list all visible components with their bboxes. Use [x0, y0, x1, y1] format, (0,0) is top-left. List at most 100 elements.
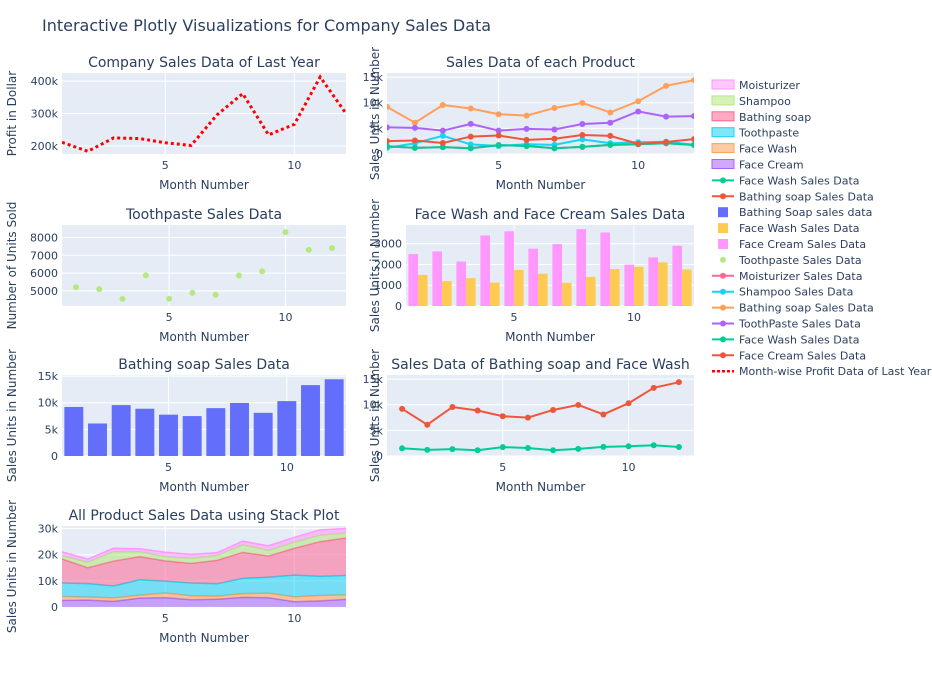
data-point: [675, 443, 682, 450]
x-tick-label: 5: [162, 159, 169, 172]
data-point: [600, 411, 607, 418]
bar: [135, 408, 155, 456]
legend-item[interactable]: Toothpaste Sales Data: [720, 254, 862, 267]
bar: [576, 229, 586, 306]
bar: [408, 254, 418, 306]
data-point: [411, 137, 418, 144]
legend-swatch: [718, 239, 728, 249]
bar: [480, 235, 490, 306]
data-point: [551, 104, 558, 111]
data-point: [635, 108, 642, 115]
legend-item[interactable]: Toothpaste: [711, 127, 799, 140]
legend-item[interactable]: ToothPaste Sales Data: [712, 318, 861, 331]
legend-item[interactable]: Bathing Soap sales data: [718, 206, 872, 219]
legend-item[interactable]: Face Wash Sales Data: [712, 174, 860, 187]
data-point: [551, 126, 558, 133]
bar: [159, 414, 178, 456]
data-point: [387, 103, 390, 110]
chart-products: 05k10k15k5 10Sales Data of each ProductMo…: [363, 47, 694, 192]
data-point: [635, 140, 642, 147]
data-point: [495, 132, 502, 139]
y-axis-label: Sales Units in Number: [368, 199, 382, 332]
y-tick-label: 30k: [38, 523, 59, 536]
data-point: [691, 77, 694, 84]
legend-item[interactable]: Month-wise Profit Data of Last Year: [712, 365, 932, 378]
chart-title: Bathing soap Sales Data: [118, 357, 290, 373]
data-point: [635, 98, 642, 105]
data-point: [550, 447, 557, 454]
data-point: [663, 82, 670, 89]
data-point: [650, 384, 657, 391]
bar: [111, 405, 131, 456]
bar: [610, 269, 620, 306]
legend-item[interactable]: Face Cream Sales Data: [718, 238, 866, 251]
legend-swatch: [711, 79, 735, 90]
legend-item[interactable]: Face Cream: [711, 159, 804, 172]
legend-item[interactable]: Moisturizer Sales Data: [712, 270, 862, 283]
legend-swatch-marker: [720, 272, 726, 279]
data-point: [387, 143, 390, 150]
legend-label: Bathing soap Sales Data: [739, 302, 874, 315]
data-point: [675, 379, 682, 386]
data-point: [579, 120, 586, 127]
data-point: [551, 135, 558, 142]
data-point: [625, 443, 632, 450]
data-point: [467, 145, 474, 152]
data-point: [607, 119, 614, 126]
legend-label: Moisturizer Sales Data: [739, 270, 862, 283]
legend-label: Face Wash: [739, 143, 797, 156]
y-tick-label: 6000: [30, 267, 58, 280]
y-axis-label: Sales Units in Number: [368, 47, 382, 180]
data-point: [387, 124, 390, 131]
data-point: [523, 125, 530, 132]
data-point: [474, 407, 481, 414]
legend-item[interactable]: Shampoo Sales Data: [712, 286, 853, 299]
chart-title: Toothpaste Sales Data: [125, 207, 282, 223]
legend-item[interactable]: Moisturizer: [711, 79, 800, 92]
legend-item[interactable]: Shampoo: [711, 95, 791, 108]
data-point: [691, 141, 694, 148]
data-point: [579, 132, 586, 139]
x-axis-label: Month Number: [159, 330, 249, 344]
data-point: [575, 401, 582, 408]
legend-item[interactable]: Face Wash Sales Data: [718, 222, 860, 235]
bar: [600, 232, 610, 306]
legend-swatch: [711, 111, 735, 122]
x-tick-label: 10: [627, 311, 641, 324]
data-point: [439, 127, 446, 134]
data-point: [399, 405, 406, 412]
data-point: [439, 132, 446, 139]
data-point: [282, 229, 289, 236]
legend-item[interactable]: Bathing soap: [711, 111, 811, 124]
data-point: [449, 404, 456, 411]
bar: [206, 408, 226, 456]
legend-item[interactable]: Face Wash Sales Data: [712, 333, 860, 346]
y-tick-label: 5k: [45, 423, 59, 436]
legend-swatch: [718, 223, 728, 234]
data-point: [607, 132, 614, 139]
legend-item[interactable]: Face Wash: [711, 143, 797, 156]
bar: [277, 401, 297, 456]
legend-swatch-marker: [720, 193, 726, 200]
bar: [538, 273, 548, 306]
legend-item[interactable]: Bathing soap Sales Data: [712, 190, 874, 203]
bar: [88, 423, 107, 456]
y-axis-label: Sales Units in Number: [368, 349, 382, 482]
data-point: [424, 446, 431, 453]
legend-label: Bathing soap Sales Data: [739, 190, 874, 203]
data-point: [499, 444, 506, 451]
chart-bathing: 0 5k 10k 15k 5 10 Bathing soap Sales Data Month…: [5, 349, 346, 494]
data-point: [329, 245, 336, 252]
data-point: [399, 445, 406, 452]
bar: [528, 248, 538, 306]
x-tick-label: 5: [162, 612, 169, 625]
y-tick-label: 0: [51, 450, 58, 463]
y-tick-label: 0: [395, 300, 402, 313]
legend-item[interactable]: Face Cream Sales Data: [712, 349, 866, 362]
data-point: [411, 119, 418, 126]
chart-title: Company Sales Data of Last Year: [88, 55, 320, 71]
legend[interactable]: Moisturizer Shampoo Bathing soap Toothpaste…: [711, 79, 932, 378]
data-point: [499, 413, 506, 420]
data-point: [550, 406, 557, 413]
legend-item[interactable]: Bathing soap Sales Data: [712, 302, 874, 315]
